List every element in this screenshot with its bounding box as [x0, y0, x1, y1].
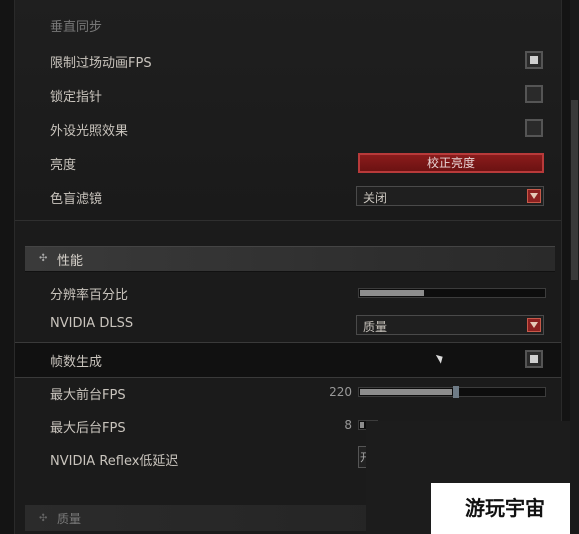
cutscene-fps-label: 限制过场动画FPS — [50, 56, 152, 71]
resolution-slider-fill — [360, 290, 424, 296]
max-fg-fps-slider-fill — [360, 389, 452, 395]
frame-gen-label: 帧数生成 — [50, 355, 103, 370]
cutscene-fps-row[interactable]: 限制过场动画FPS — [15, 44, 561, 78]
quality-section-title: 质量 — [57, 512, 82, 526]
max-bg-fps-label: 最大后台FPS — [50, 421, 126, 436]
watermark-badge: 游玩宇宙 — [431, 483, 579, 534]
vsync-label: 垂直同步 — [50, 20, 103, 35]
cutscene-fps-checkbox[interactable] — [525, 51, 543, 69]
chevron-down-icon[interactable] — [527, 189, 541, 203]
colorblind-label: 色盲滤镜 — [50, 192, 103, 207]
colorblind-value: 关闭 — [363, 191, 388, 205]
peripheral-light-row[interactable]: 外设光照效果 — [15, 112, 561, 146]
reflex-label: NVIDIA Reflex低延迟 — [50, 454, 179, 469]
peripheral-light-checkbox[interactable] — [525, 119, 543, 137]
brightness-label: 亮度 — [50, 158, 77, 173]
diamond-icon: ✣ — [39, 513, 48, 524]
scrollbar-thumb[interactable] — [571, 100, 578, 280]
performance-section-header[interactable]: ✣ 性能 — [25, 246, 555, 272]
chevron-down-icon[interactable] — [527, 318, 541, 332]
max-fg-fps-slider-thumb[interactable] — [453, 386, 459, 398]
performance-section-title: 性能 — [57, 254, 84, 269]
max-bg-fps-value: 8 — [344, 418, 352, 432]
diamond-icon: ✣ — [39, 253, 48, 264]
frame-gen-checkbox[interactable] — [525, 350, 543, 368]
dlss-select[interactable]: 质量 — [356, 315, 544, 335]
dlss-label: NVIDIA DLSS — [50, 316, 134, 331]
scrollbar[interactable] — [570, 0, 579, 534]
resolution-label: 分辨率百分比 — [50, 288, 129, 303]
lock-cursor-row[interactable]: 锁定指针 — [15, 78, 561, 112]
lock-cursor-checkbox[interactable] — [525, 85, 543, 103]
dlss-value: 质量 — [363, 320, 388, 334]
calibrate-brightness-button[interactable]: 校正亮度 — [358, 153, 544, 173]
display-settings-group: 垂直同步 限制过场动画FPS 锁定指针 外设光照效果 亮度 校正亮度 色盲滤镜 … — [15, 0, 561, 221]
max-fg-fps-slider[interactable] — [358, 386, 546, 398]
max-fg-fps-value: 220 — [329, 385, 352, 399]
max-bg-fps-slider-fill — [360, 422, 364, 428]
resolution-slider[interactable] — [358, 288, 546, 298]
vsync-row[interactable]: 垂直同步 — [15, 8, 561, 42]
max-fg-fps-label: 最大前台FPS — [50, 388, 126, 403]
peripheral-light-label: 外设光照效果 — [50, 124, 129, 139]
frame-gen-row[interactable]: 帧数生成 — [15, 342, 561, 378]
colorblind-select[interactable]: 关闭 — [356, 186, 544, 206]
lock-cursor-label: 锁定指针 — [50, 90, 103, 105]
